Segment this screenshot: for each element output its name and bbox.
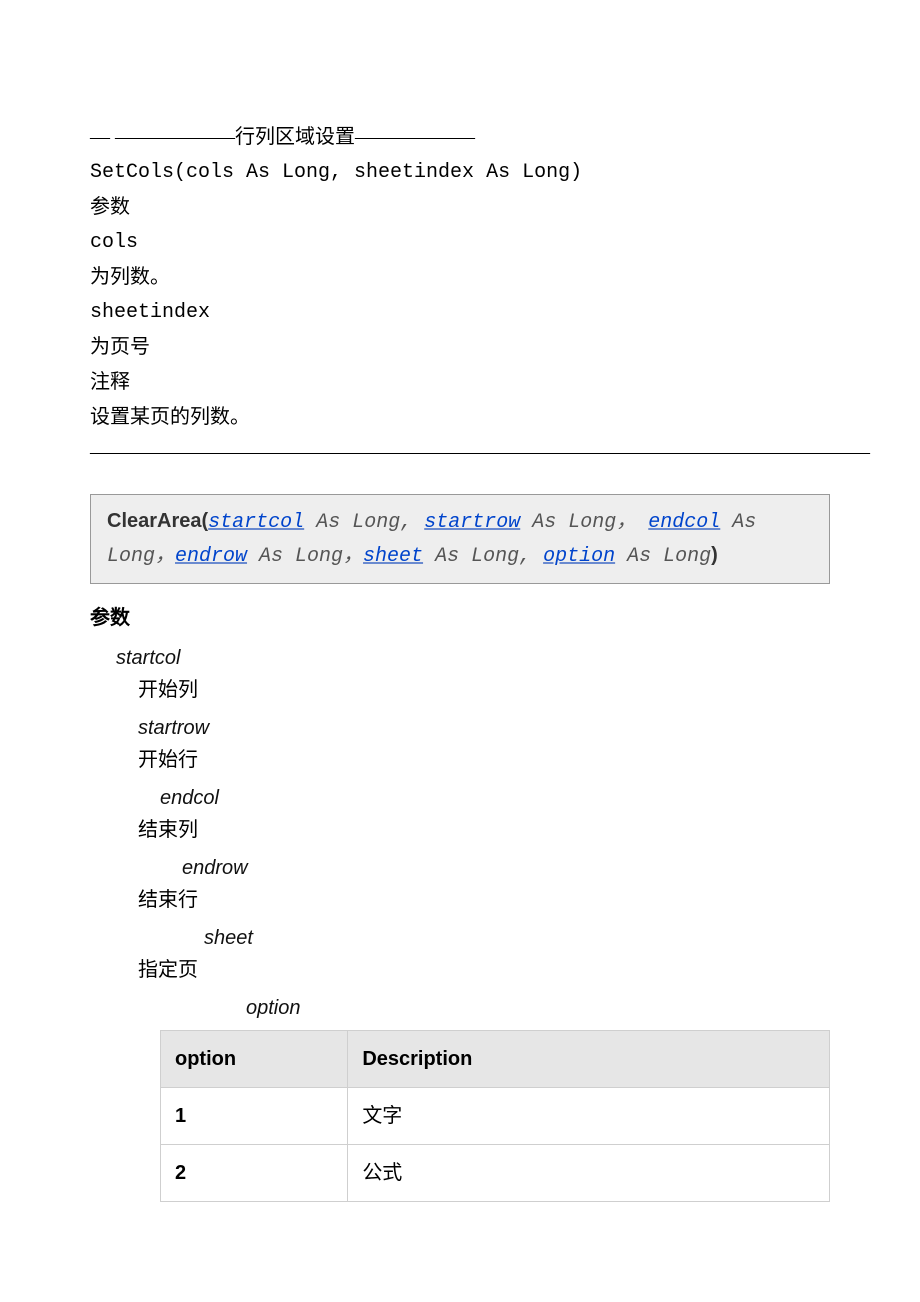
arg-sheet[interactable]: sheet [363, 545, 423, 568]
notes-label: 注释 [90, 365, 830, 400]
document-page: — ——————行列区域设置—————— SetCols(cols As Lon… [0, 0, 920, 1262]
arg-startcol[interactable]: startcol [208, 511, 304, 534]
table-header-row: option Description [161, 1031, 830, 1088]
code-text: As Long， [247, 545, 363, 568]
params-label: 参数 [90, 190, 830, 225]
param-cols-desc: 为列数。 [90, 260, 830, 295]
setcols-signature: SetCols(cols As Long, sheetindex As Long… [90, 155, 830, 190]
arg-option[interactable]: option [543, 545, 615, 568]
param-name-endrow: endrow [182, 852, 830, 884]
params-heading: 参数 [90, 602, 830, 634]
table-header-description: Description [348, 1031, 830, 1088]
params-list: startcol 开始列 startrow 开始行 endcol 结束列 end… [90, 642, 830, 1024]
param-name-startrow: startrow [138, 712, 830, 744]
param-desc-startrow: 开始行 [138, 744, 830, 776]
table-row: 1 文字 [161, 1088, 830, 1145]
notes-text: 设置某页的列数。 [90, 400, 830, 435]
param-name-option: option [246, 992, 830, 1024]
intro-block: — ——————行列区域设置—————— SetCols(cols As Lon… [90, 120, 830, 470]
option-value: 公式 [348, 1145, 830, 1202]
option-key: 1 [161, 1088, 348, 1145]
arg-startrow[interactable]: startrow [424, 511, 520, 534]
arg-endcol[interactable]: endcol [648, 511, 720, 534]
code-text: As Long, [304, 511, 424, 534]
param-desc-sheet: 指定页 [138, 954, 830, 986]
code-text: As Long， [520, 511, 636, 534]
table-header-option: option [161, 1031, 348, 1088]
param-sheetindex-desc: 为页号 [90, 330, 830, 365]
arg-endrow[interactable]: endrow [175, 545, 247, 568]
param-sheetindex-name: sheetindex [90, 295, 830, 330]
code-text: As Long, [423, 545, 543, 568]
cleararea-signature-box: ClearArea(startcol As Long, startrow As … [90, 494, 830, 584]
param-name-startcol: startcol [116, 642, 830, 674]
param-name-sheet: sheet [204, 922, 830, 954]
code-text: As Long [615, 545, 711, 568]
param-desc-endcol: 结束列 [138, 814, 830, 846]
table-row: 2 公式 [161, 1145, 830, 1202]
option-table: option Description 1 文字 2 公式 [160, 1030, 830, 1202]
function-name: ClearArea( [107, 510, 208, 532]
function-close: ) [711, 544, 718, 566]
param-desc-endrow: 结束行 [138, 884, 830, 916]
option-key: 2 [161, 1145, 348, 1202]
section-divider-top: — ——————行列区域设置—————— [90, 120, 830, 155]
option-value: 文字 [348, 1088, 830, 1145]
section-divider-bottom: ——————————————————————————————————————— [90, 435, 830, 470]
param-name-endcol: endcol [160, 782, 830, 814]
param-desc-startcol: 开始列 [138, 674, 830, 706]
param-cols-name: cols [90, 225, 830, 260]
